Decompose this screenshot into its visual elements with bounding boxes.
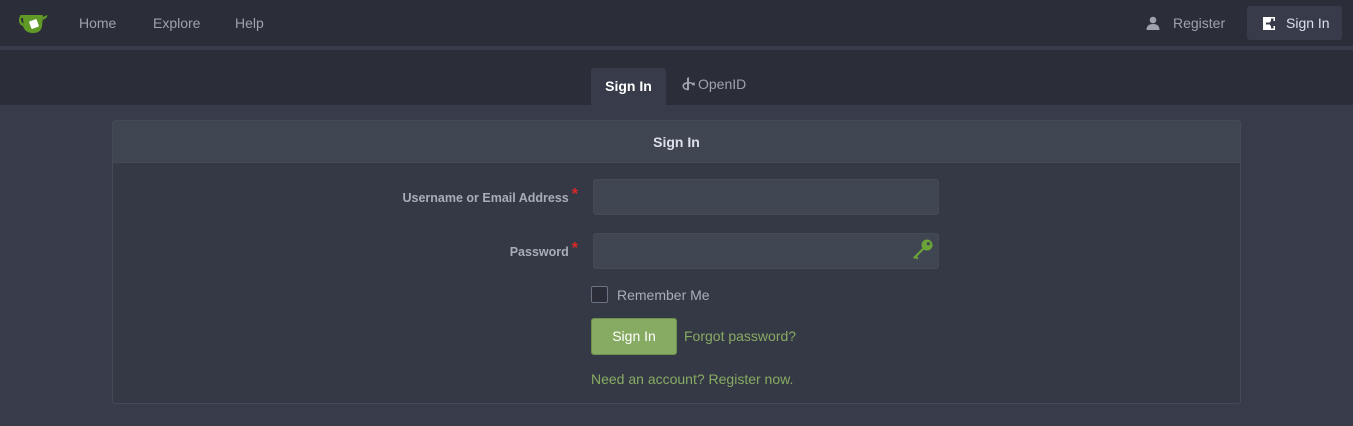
password-label-text: Password — [509, 245, 569, 259]
nav-help-link[interactable]: Help — [235, 0, 264, 46]
person-icon — [1146, 16, 1160, 30]
nav-register-label: Register — [1173, 15, 1226, 31]
remember-me-label: Remember Me — [617, 286, 710, 303]
nav-sign-in-label: Sign In — [1286, 15, 1330, 31]
nav-register-link[interactable]: Register — [1146, 0, 1225, 46]
tab-openid[interactable]: OpenID — [682, 68, 746, 100]
password-label: Password * — [509, 240, 578, 261]
register-now-link[interactable]: Need an account? Register now. — [591, 371, 793, 387]
sign-in-panel: Sign In Username or Email Address * Passw… — [112, 120, 1241, 404]
password-input[interactable] — [593, 233, 939, 269]
nav-home-link[interactable]: Home — [79, 0, 116, 46]
nav-sign-in-link[interactable]: Sign In — [1247, 6, 1342, 40]
required-mark: * — [571, 240, 578, 257]
forgot-password-link[interactable]: Forgot password? — [684, 328, 796, 344]
openid-icon — [682, 77, 695, 91]
remember-me-checkbox[interactable] — [591, 286, 608, 303]
gitea-logo-icon[interactable] — [19, 12, 48, 35]
username-label: Username or Email Address * — [402, 186, 578, 207]
panel-header: Sign In — [113, 121, 1240, 163]
nav-explore-link[interactable]: Explore — [153, 0, 200, 46]
username-label-text: Username or Email Address — [402, 191, 569, 205]
top-navbar: Home Explore Help Register Sign In — [0, 0, 1353, 46]
username-input[interactable] — [593, 179, 939, 215]
auth-tab-bar: Sign In OpenID — [0, 50, 1353, 105]
sign-in-icon — [1263, 16, 1275, 30]
sign-in-button[interactable]: Sign In — [591, 318, 677, 355]
tab-sign-in[interactable]: Sign In — [591, 68, 666, 105]
key-icon[interactable] — [912, 238, 934, 260]
tab-openid-label: OpenID — [698, 76, 747, 92]
remember-me-toggle[interactable]: Remember Me — [591, 286, 710, 303]
required-mark: * — [571, 186, 578, 203]
